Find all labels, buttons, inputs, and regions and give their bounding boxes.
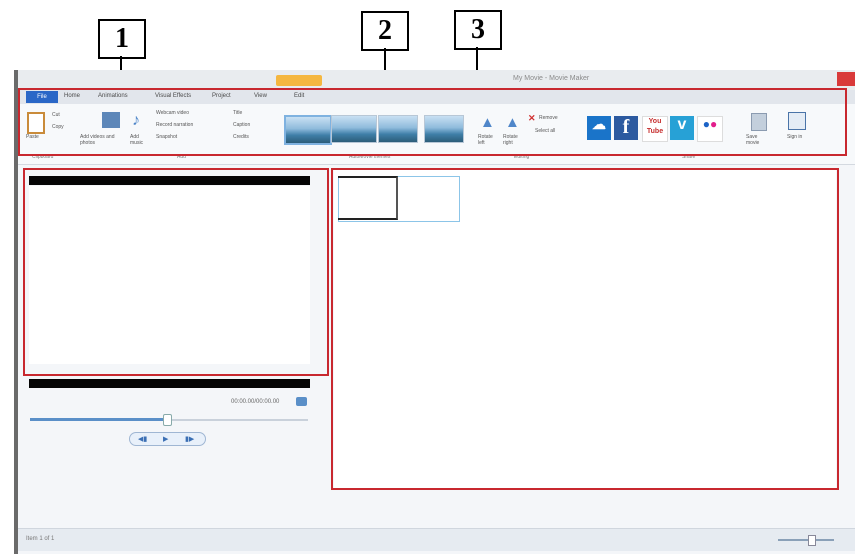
zoom-slider[interactable] (778, 539, 834, 541)
callout-2: 2 (361, 11, 409, 51)
title-bar: My Movie - Movie Maker (18, 70, 855, 90)
preview-time-readout: 00:00.00/00:00.00 (231, 399, 280, 405)
split-view-icon[interactable] (296, 397, 307, 406)
close-button[interactable] (837, 72, 855, 86)
seek-progress (30, 418, 167, 421)
previous-frame-icon[interactable]: ◀▮ (138, 435, 147, 443)
highlight-preview-pane (23, 168, 329, 376)
preview-bottom-bar (29, 379, 310, 388)
highlight-storyboard-pane (331, 168, 839, 490)
next-frame-icon[interactable]: ▮▶ (185, 435, 194, 443)
video-tools-context-tab (276, 75, 322, 86)
highlight-ribbon (18, 88, 847, 156)
callout-3: 3 (454, 10, 502, 50)
status-item-count: Item 1 of 1 (26, 536, 55, 542)
zoom-thumb[interactable] (808, 535, 816, 546)
play-icon[interactable]: ▶ (163, 435, 168, 443)
status-bar: Item 1 of 1 (18, 528, 855, 551)
callout-1: 1 (98, 19, 146, 59)
playback-controls: ◀▮ ▶ ▮▶ (129, 432, 206, 446)
window-title: My Movie - Movie Maker (513, 75, 590, 82)
seek-thumb[interactable] (163, 414, 172, 426)
